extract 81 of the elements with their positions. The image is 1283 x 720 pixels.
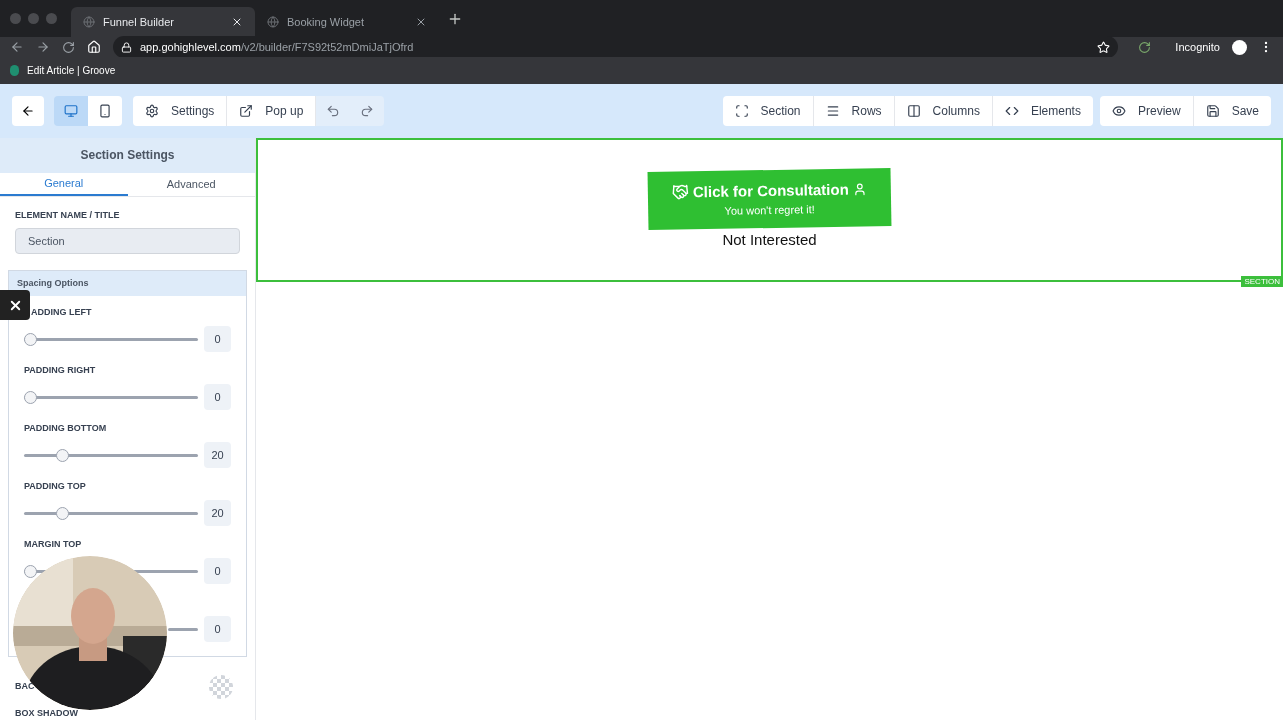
slider-thumb[interactable] [56,448,70,462]
redo-button[interactable] [350,96,385,126]
slider-label: MARGIN TOP [24,539,82,550]
columns-button[interactable]: Columns [894,96,993,126]
address-bar[interactable]: app.gohighlevel.com/v2/builder/F7S92t52mDmiJaTjOfrd [113,36,1119,58]
panel-tab[interactable]: General [0,172,128,196]
field-label: ELEMENT NAME / TITLE [15,208,121,222]
eye-icon [1111,104,1126,118]
redo-icon [360,104,375,118]
forward-icon[interactable] [36,40,50,54]
box-shadow-label: BOX SHADOW [14,706,79,720]
external-link-icon [239,104,254,118]
save-icon [1205,104,1220,118]
globe-icon [267,16,279,28]
not-interested-link[interactable]: Not Interested [722,229,817,252]
profile-label: Incognito [1175,39,1220,55]
close-button[interactable] [0,290,30,320]
value-field[interactable]: 20 [204,500,231,527]
slider-thumb[interactable] [24,390,37,404]
frame-icon [734,104,749,118]
slider-label: PADDING RIGHT [24,365,96,376]
person-icon [852,182,867,197]
slider-thumb[interactable] [24,332,37,346]
slider[interactable] [24,448,198,462]
panel-tab[interactable]: Advanced [127,172,255,196]
save-button[interactable]: Save [1193,96,1271,126]
value-field[interactable]: 0 [204,326,231,353]
slider-thumb[interactable] [56,506,70,520]
slider[interactable] [24,332,198,346]
elements-button[interactable]: Elements [992,96,1093,126]
device-toggle[interactable] [54,96,88,126]
url-text: app.gohighlevel.com/v2/builder/F7S92t52mDmiJaTjOfrd [140,39,415,55]
extension-icon[interactable] [1138,40,1152,54]
bookmark[interactable]: Edit Article | Groove [10,63,116,78]
settings-icon [145,104,159,118]
close-icon[interactable] [231,16,243,28]
home-icon[interactable] [87,40,101,54]
back-icon[interactable] [10,40,24,54]
value-field[interactable]: 20 [204,442,231,469]
name-field[interactable]: Section [15,228,240,255]
slider[interactable] [24,390,198,404]
slider-thumb[interactable] [24,564,37,578]
settings-button[interactable]: Settings [133,96,228,126]
star-icon[interactable] [1097,40,1111,54]
mobile-icon [98,104,112,118]
slider-label: ADDING LEFT [31,307,92,318]
close-icon[interactable] [415,16,427,28]
incognito-icon[interactable] [1232,39,1247,55]
globe-icon [83,16,95,28]
button-subtitle: You won't regret it! [724,202,815,219]
popup-button[interactable]: Pop up [227,96,317,126]
bookmark-icon [10,65,19,76]
undo-button[interactable] [316,96,351,126]
value-field[interactable]: 0 [204,616,231,643]
columns-icon [906,104,921,118]
browser-tab[interactable]: Booking Widget [255,7,439,37]
spacing-header: Spacing Options [9,271,246,297]
code-icon [1004,104,1019,118]
back-button[interactable] [12,96,44,126]
tab-title: Booking Widget [287,14,366,30]
slider-track[interactable] [168,627,198,631]
slider-label: PADDING TOP [24,481,86,492]
reload-icon[interactable] [62,40,75,54]
rows-button[interactable]: Rows [813,96,895,126]
section-badge: SECTION [1241,276,1283,287]
panel-title: Section Settings [0,138,255,173]
preview-button[interactable]: Preview [1099,96,1194,126]
value-field[interactable]: 0 [204,384,231,411]
value-field[interactable]: 0 [204,558,231,585]
background-label: BAC [15,679,35,693]
browser-tab[interactable]: Funnel Builder [71,7,255,37]
lock-icon [121,41,132,53]
slider[interactable] [24,506,198,520]
tab-title: Funnel Builder [103,14,175,30]
undo-icon [326,104,341,118]
handshake-icon [671,183,690,201]
section-button[interactable]: Section [722,96,814,126]
desktop-icon [64,104,78,118]
device-toggle[interactable] [88,96,122,126]
slider-label: PADDING BOTTOM [24,423,107,434]
rows-icon [825,104,840,118]
